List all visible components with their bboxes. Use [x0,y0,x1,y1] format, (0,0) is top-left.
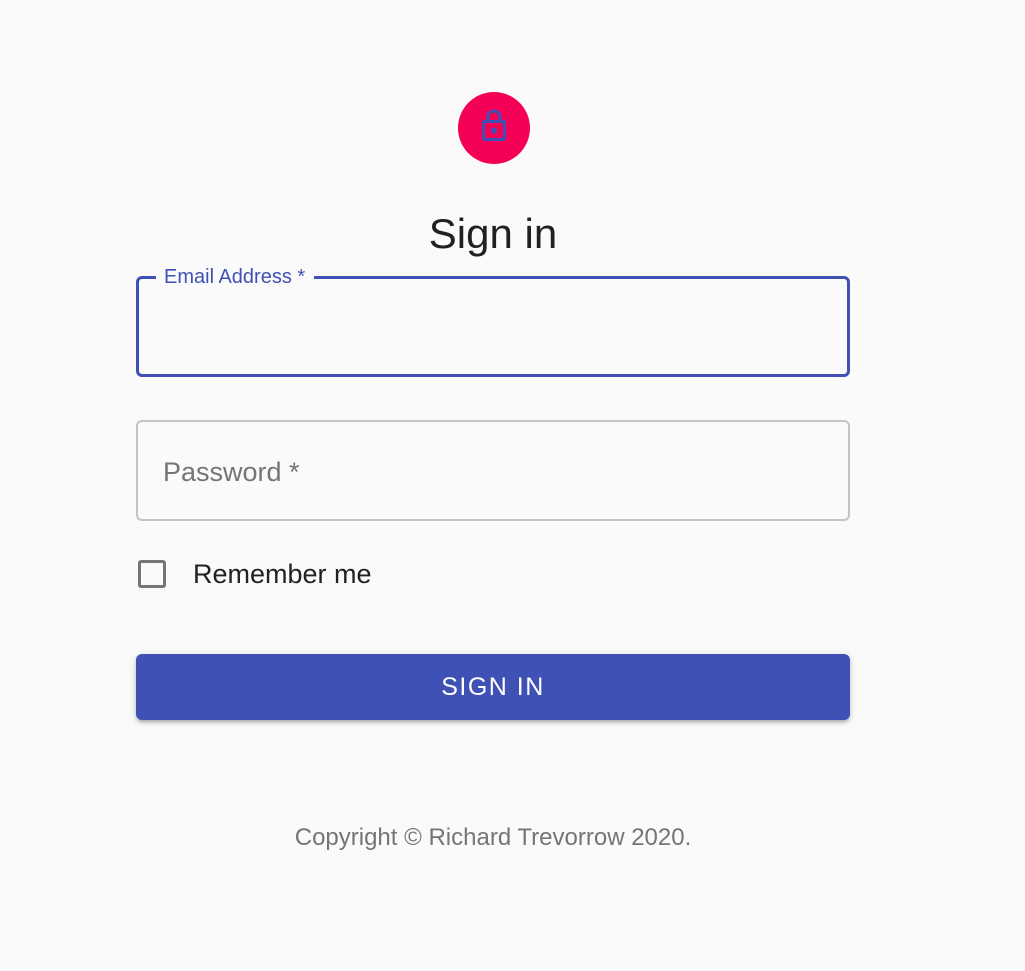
copyright-text: Copyright © Richard Trevorrow 2020. [294,824,692,851]
email-field[interactable]: Email Address * [136,266,850,377]
page-title: Sign in [428,210,558,258]
avatar [458,92,530,164]
password-field[interactable]: Password * [136,420,850,521]
remember-label: Remember me [193,558,372,589]
email-input[interactable] [139,279,847,374]
password-input[interactable] [138,422,848,519]
sign-in-button[interactable]: Sign In [136,654,850,720]
lock-icon [476,108,512,149]
remember-checkbox[interactable] [138,560,166,588]
sign-in-page: Sign in Email Address * Password * Remem… [0,0,1025,971]
remember-me[interactable]: Remember me [138,556,372,592]
email-label: Email Address * [156,266,315,288]
